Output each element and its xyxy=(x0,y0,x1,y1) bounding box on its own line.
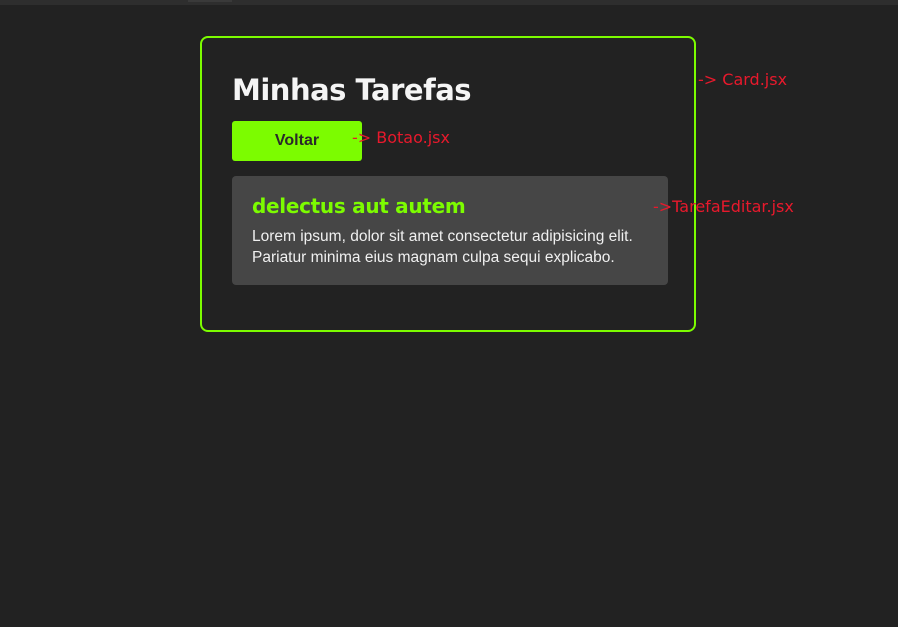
annotation-card: -> Card.jsx xyxy=(698,70,788,89)
app-viewport: Minhas Tarefas Voltar delectus aut autem… xyxy=(0,0,898,627)
task-card[interactable]: delectus aut autem Lorem ipsum, dolor si… xyxy=(232,176,668,285)
tab-marker xyxy=(188,0,232,2)
page-title: Minhas Tarefas xyxy=(232,73,472,107)
task-title: delectus aut autem xyxy=(252,194,466,218)
top-strip xyxy=(0,0,898,5)
annotation-tarefa: ->TarefaEditar.jsx xyxy=(653,197,794,216)
annotation-botao: -> Botao.jsx xyxy=(352,128,450,147)
card: Minhas Tarefas Voltar delectus aut autem… xyxy=(200,36,696,332)
task-description: Lorem ipsum, dolor sit amet consectetur … xyxy=(252,228,633,266)
back-button[interactable]: Voltar xyxy=(232,121,362,161)
